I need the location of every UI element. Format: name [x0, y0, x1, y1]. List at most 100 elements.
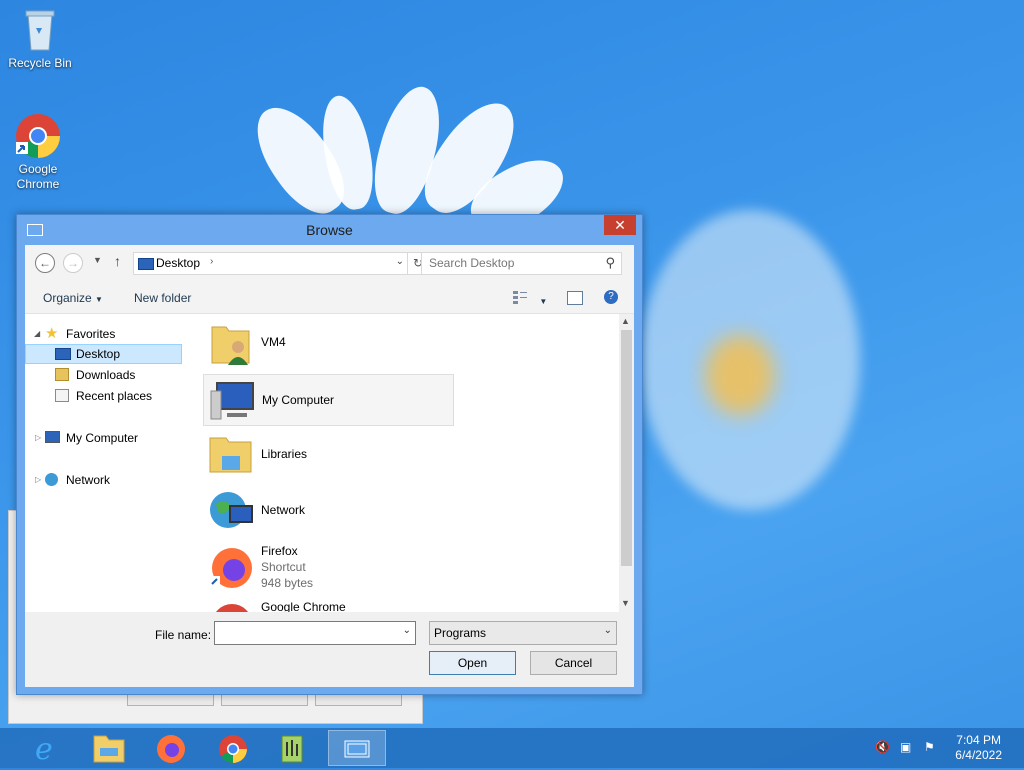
search-placeholder: Search Desktop	[429, 256, 515, 270]
clock-time: 7:04 PM	[956, 733, 1001, 747]
taskbar-browse-dialog[interactable]	[328, 730, 386, 766]
dialog-title: Browse	[306, 222, 353, 238]
expand-arrow-icon: ▷	[35, 475, 42, 484]
preview-pane-button[interactable]	[567, 291, 583, 305]
notepad-plus-plus-icon	[281, 735, 303, 763]
taskbar-firefox[interactable]	[144, 730, 198, 766]
chevron-down-icon: ⌄	[603, 625, 612, 636]
expand-arrow-icon: ▷	[35, 433, 42, 442]
search-input[interactable]: Search Desktop ⚲	[421, 252, 622, 275]
vertical-scrollbar[interactable]: ▲ ▼	[619, 314, 634, 612]
file-name-input[interactable]: ⌄	[214, 621, 416, 645]
browse-dialog-icon	[344, 740, 370, 758]
speaker-muted-icon[interactable]: 🔇	[875, 740, 890, 754]
new-folder-button[interactable]: New folder	[134, 291, 191, 305]
nav-my-computer[interactable]: ▷ My Computer	[25, 428, 182, 448]
chrome-icon	[208, 600, 254, 612]
back-button[interactable]: ←	[35, 253, 55, 273]
desktop-icon-label: Google Chrome	[16, 162, 60, 191]
dialog-footer: File name: ⌄ Programs ⌄ Open Cancel	[25, 612, 634, 687]
file-name: Google Chrome	[261, 600, 346, 612]
file-item-libraries[interactable]: Libraries	[203, 430, 453, 480]
recent-locations-dropdown[interactable]: ▼	[93, 255, 102, 265]
nav-recent-places[interactable]: Recent places	[25, 386, 182, 406]
network-icon[interactable]: ▣	[900, 740, 914, 754]
firefox-icon	[208, 544, 254, 590]
file-item-network[interactable]: Network	[203, 486, 453, 536]
forward-button[interactable]: →	[63, 253, 83, 273]
nav-label: Desktop	[76, 347, 121, 361]
chevron-down-icon[interactable]: ⌄	[403, 625, 411, 636]
view-icon	[513, 291, 527, 304]
nav-label: Recent places	[76, 389, 153, 403]
file-name: VM4	[261, 335, 286, 349]
taskbar-file-explorer[interactable]	[82, 730, 136, 766]
recent-places-icon	[55, 389, 69, 402]
organize-button[interactable]: Organize ▼	[43, 291, 103, 305]
file-type-select[interactable]: Programs ⌄	[429, 621, 617, 645]
firefox-icon	[157, 735, 185, 763]
chrome-icon	[219, 735, 247, 763]
breadcrumb-chevron-icon[interactable]: ›	[210, 256, 213, 267]
nav-label: My Computer	[66, 431, 139, 445]
desktop-icon	[55, 348, 71, 360]
nav-desktop[interactable]: Desktop	[25, 344, 182, 364]
browse-dialog: Browse ✕ ← → ▼ ↑ Desktop › ⌄ ↻ Search De…	[16, 214, 643, 695]
address-dropdown-icon[interactable]: ⌄	[396, 256, 404, 267]
file-name: My Computer	[262, 393, 335, 407]
taskbar-internet-explorer[interactable]: e	[20, 730, 74, 767]
close-button[interactable]: ✕	[604, 215, 636, 235]
user-folder-icon	[208, 321, 254, 367]
cancel-button[interactable]: Cancel	[530, 651, 617, 675]
nav-label: Favorites	[66, 327, 116, 341]
internet-explorer-icon: e	[35, 732, 53, 767]
file-name: Libraries	[261, 447, 308, 461]
taskbar-notepad-plus-plus[interactable]	[266, 730, 320, 766]
scroll-down-icon[interactable]: ▼	[621, 598, 630, 608]
help-button[interactable]: ?	[604, 290, 618, 304]
nav-favorites[interactable]: ◢ ★ Favorites	[25, 324, 182, 344]
action-center-icon[interactable]: ⚑	[924, 740, 938, 754]
file-name: Network	[261, 503, 306, 517]
open-button[interactable]: Open	[429, 651, 516, 675]
chevron-down-icon: ▼	[539, 297, 548, 306]
file-type-value: Programs	[434, 626, 487, 640]
address-location: Desktop	[156, 256, 201, 270]
star-icon: ★	[45, 325, 59, 342]
file-item-google-chrome[interactable]: Google Chrome	[203, 598, 453, 612]
file-item-firefox[interactable]: Firefox Shortcut 948 bytes	[203, 542, 453, 596]
dialog-client: ← → ▼ ↑ Desktop › ⌄ ↻ Search Desktop ⚲ O…	[25, 245, 634, 687]
nav-label: Downloads	[76, 368, 136, 382]
navigation-pane: ◢ ★ Favorites Desktop Downloads Recent p…	[25, 314, 187, 612]
address-field[interactable]: Desktop › ⌄	[133, 252, 409, 275]
address-bar: ← → ▼ ↑ Desktop › ⌄ ↻ Search Desktop ⚲	[25, 245, 634, 283]
file-item-vm4[interactable]: VM4	[203, 319, 453, 369]
nav-label: Network	[66, 473, 111, 487]
desktop-icon-recycle-bin[interactable]: Recycle Bin	[2, 6, 78, 71]
libraries-icon	[208, 432, 254, 478]
svg-text:e: e	[35, 732, 53, 766]
nav-downloads[interactable]: Downloads	[25, 365, 182, 385]
file-item-my-computer[interactable]: My Computer	[203, 374, 454, 426]
search-icon: ⚲	[605, 255, 615, 270]
chevron-down-icon: ▼	[95, 295, 103, 304]
scrollbar-thumb[interactable]	[621, 330, 632, 566]
network-icon	[45, 473, 58, 486]
desktop-icon-google-chrome[interactable]: Google Chrome	[0, 112, 76, 192]
recycle-bin-icon	[16, 6, 64, 54]
taskbar: e 🔇 ▣ ⚑ 7:04 PM 6/4/2022	[0, 728, 1024, 768]
view-options-button[interactable]: ▼	[512, 290, 547, 307]
desktop-icon-label: Recycle Bin	[8, 56, 72, 70]
file-size: 948 bytes	[261, 576, 314, 590]
clock[interactable]: 7:04 PM 6/4/2022	[955, 733, 1002, 763]
organize-label: Organize	[43, 291, 92, 305]
up-button[interactable]: ↑	[114, 253, 121, 269]
file-name: Firefox	[261, 544, 298, 558]
file-explorer-icon	[93, 735, 125, 763]
dialog-titlebar[interactable]: Browse ✕	[17, 215, 642, 245]
scroll-up-icon[interactable]: ▲	[621, 316, 630, 326]
file-name-label: File name:	[155, 628, 212, 642]
chrome-icon	[14, 112, 62, 160]
taskbar-chrome[interactable]	[206, 730, 260, 766]
nav-network[interactable]: ▷ Network	[25, 470, 182, 490]
